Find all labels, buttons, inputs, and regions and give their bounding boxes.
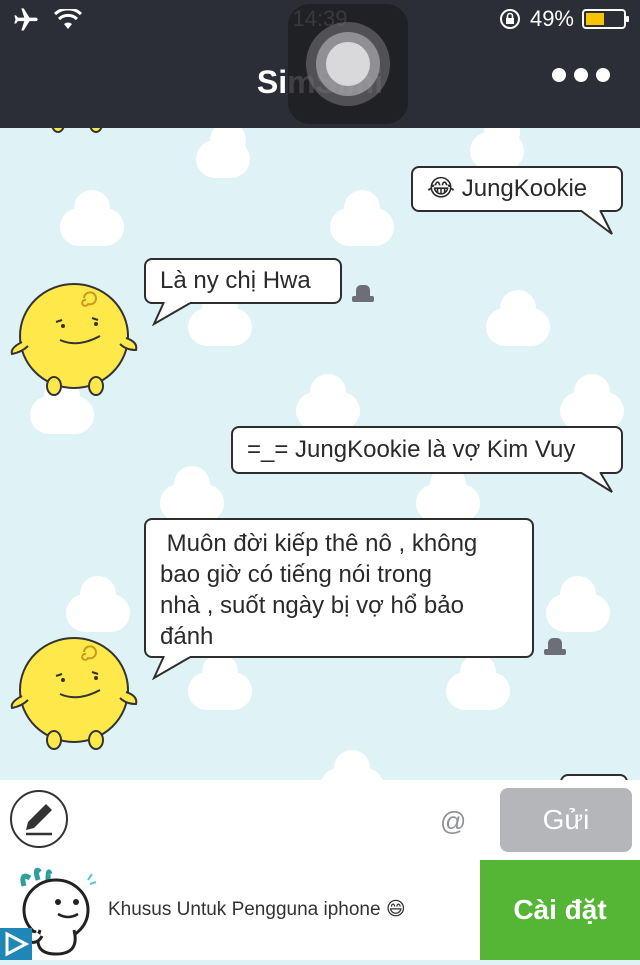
- bubble-tail-icon: [579, 472, 613, 493]
- message-text: =_= JungKookie là vợ Kim Vuy: [247, 436, 576, 463]
- cloud-decoration: [320, 750, 384, 780]
- cloud-decoration: [560, 374, 624, 430]
- bot-message-bubble: Muôn đời kiếp thê nô , không bao giờ có …: [144, 518, 534, 658]
- report-icon-base: [352, 296, 374, 302]
- cloud-decoration: [416, 466, 480, 522]
- more-dot-icon: [596, 68, 610, 82]
- report-icon-base: [544, 649, 566, 655]
- adchoices-icon[interactable]: [0, 928, 32, 960]
- cloud-decoration: [446, 654, 510, 710]
- report-icon[interactable]: [544, 638, 566, 656]
- assistive-touch-ring: [326, 42, 370, 86]
- rotation-lock-icon: [499, 9, 520, 29]
- compose-button[interactable]: [10, 790, 68, 848]
- battery-icon: [582, 9, 629, 29]
- cloud-decoration: [188, 654, 252, 710]
- more-options-button[interactable]: [552, 68, 610, 82]
- cloud-decoration: [486, 290, 550, 346]
- cloud-decoration: [66, 576, 130, 632]
- cloud-decoration: [188, 290, 252, 346]
- bubble-tail-icon: [579, 210, 613, 235]
- message-text: JungKookie: [461, 175, 588, 202]
- cloud-decoration: [546, 576, 610, 632]
- bubble-tail-icon: [152, 302, 193, 326]
- cloud-decoration: [30, 378, 94, 434]
- cloud-decoration: [160, 466, 224, 522]
- cloud-decoration: [60, 190, 124, 246]
- battery-fill: [586, 13, 604, 25]
- mention-button[interactable]: @: [440, 806, 466, 837]
- report-icon[interactable]: [352, 285, 374, 303]
- simsimi-avatar[interactable]: [8, 278, 140, 396]
- message-text: Là ny chị Hwa: [160, 267, 311, 294]
- play-triangle-icon: [5, 931, 30, 957]
- send-button[interactable]: Gửi: [500, 788, 632, 852]
- user-message-bubble: =_= JungKookie là vợ Kim Vuy: [231, 426, 623, 474]
- message-line: Muôn đời kiếp thê nô , không: [160, 530, 478, 557]
- bubble-tail-icon: [152, 656, 193, 680]
- more-dot-icon: [552, 68, 566, 82]
- ad-banner[interactable]: Khusus Untuk Pengguna iphone 😄 Cài đặt: [0, 860, 640, 960]
- simsimi-avatar[interactable]: [8, 632, 140, 750]
- more-dot-icon: [574, 68, 588, 82]
- battery-percent: 49%: [529, 6, 574, 31]
- message-line: nhà , suốt ngày bị vợ hổ bảo: [160, 592, 464, 619]
- simsimi-feet-icon: [51, 128, 103, 133]
- chat-area[interactable]: 😂 JungKookie Là ny chị Hwa =_= JungKooki…: [0, 128, 640, 780]
- laughing-emoji-icon: 😂: [427, 175, 456, 202]
- cloud-decoration: [296, 374, 360, 430]
- report-icon-top: [548, 638, 562, 649]
- message-line: bao giờ có tiếng nói trong: [160, 561, 432, 588]
- user-message-bubble: 😂 JungKookie: [411, 166, 623, 212]
- pencil-icon: [26, 804, 52, 836]
- bot-message-bubble: Là ny chị Hwa: [144, 258, 342, 304]
- message-input-bar: @ Gửi: [0, 780, 640, 860]
- cloud-decoration: [470, 128, 524, 170]
- message-line: đánh: [160, 623, 214, 650]
- ad-text: Khusus Untuk Pengguna iphone 😄: [108, 899, 406, 920]
- assistive-touch-button[interactable]: [288, 4, 408, 124]
- cloud-decoration: [196, 128, 250, 178]
- install-button[interactable]: Cài đặt: [480, 860, 640, 960]
- cloud-decoration: [330, 190, 394, 246]
- report-icon-top: [356, 285, 370, 296]
